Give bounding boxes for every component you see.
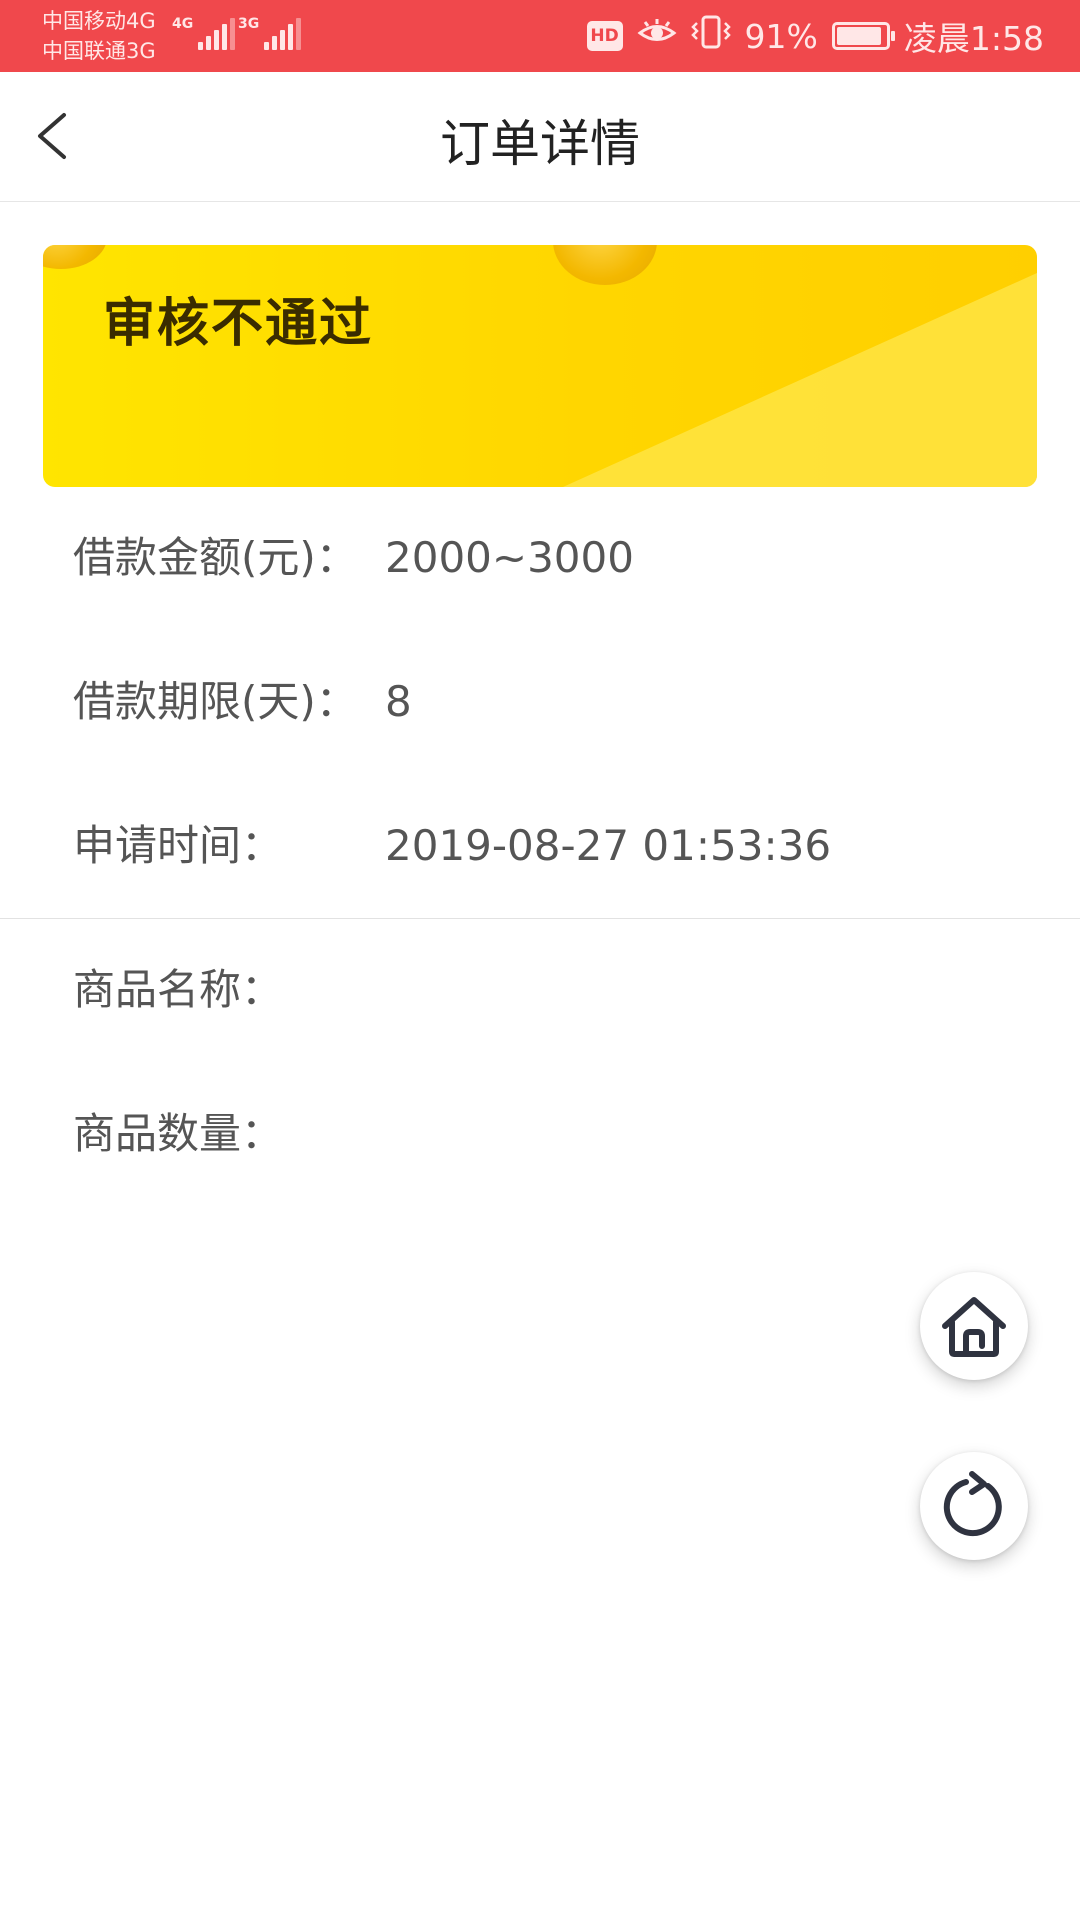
refresh-icon xyxy=(943,1471,1002,1537)
page-title: 订单详情 xyxy=(440,115,640,173)
vibrate-icon xyxy=(690,15,731,57)
loan-term-label: 借款期限(天)： xyxy=(73,677,358,726)
review-status-card: 审核不通过 xyxy=(43,245,1037,487)
eye-comfort-icon xyxy=(637,17,677,56)
refresh-button[interactable] xyxy=(920,1452,1028,1560)
signal-strength-icon-secondary: 3G xyxy=(238,16,302,50)
section-divider xyxy=(0,918,1080,919)
loan-term-value: 8 xyxy=(385,677,412,726)
loan-amount-label: 借款金额(元)： xyxy=(73,533,358,582)
status-bar: 中国移动4G 中国联通3G 4G 3G HD 91% 凌晨1:58 xyxy=(0,0,1080,72)
signal-tag: 4G xyxy=(172,16,194,32)
battery-percent: 91% xyxy=(744,16,818,56)
status-right: HD 91% 凌晨1:58 xyxy=(586,12,1044,60)
apply-time-label: 申请时间： xyxy=(73,821,284,870)
home-icon xyxy=(942,1297,1006,1357)
carrier-primary: 中国移动4G xyxy=(42,9,156,33)
signal-strength-icon: 4G xyxy=(172,16,236,50)
loan-amount-value: 2000~3000 xyxy=(385,533,634,582)
battery-level-fill xyxy=(836,27,881,45)
apply-time-value: 2019-08-27 01:53:36 xyxy=(385,821,832,870)
signal-tag-secondary: 3G xyxy=(238,16,260,32)
clock: 凌晨1:58 xyxy=(903,19,1044,58)
top-navigation-bar: 订单详情 xyxy=(0,72,1080,202)
carrier-info: 中国移动4G 中国联通3G xyxy=(42,6,156,66)
home-button[interactable] xyxy=(920,1272,1028,1380)
carrier-secondary: 中国联通3G xyxy=(42,39,156,63)
hd-icon: HD xyxy=(586,21,623,51)
product-name-label: 商品名称： xyxy=(73,965,284,1014)
product-quantity-label: 商品数量： xyxy=(73,1109,284,1158)
battery-icon xyxy=(831,22,895,50)
review-status-title: 审核不通过 xyxy=(103,294,374,354)
